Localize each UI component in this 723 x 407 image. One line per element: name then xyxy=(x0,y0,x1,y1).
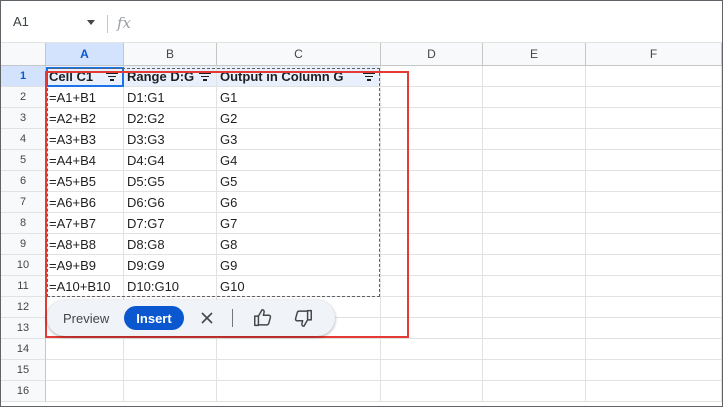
thumbs-up-icon[interactable] xyxy=(252,307,274,329)
cell-d14[interactable] xyxy=(381,339,483,360)
cell-e9[interactable] xyxy=(483,234,586,255)
cell-f4[interactable] xyxy=(586,129,722,150)
cell-f5[interactable] xyxy=(586,150,722,171)
cell-f10[interactable] xyxy=(586,255,722,276)
cell-b15[interactable] xyxy=(124,360,217,381)
cell-f1[interactable] xyxy=(586,66,722,87)
row-header-1[interactable]: 1 xyxy=(1,66,46,87)
cell-e5[interactable] xyxy=(483,150,586,171)
cell-c16[interactable] xyxy=(217,381,381,402)
row-header-13[interactable]: 13 xyxy=(1,318,46,339)
suggestion-divider xyxy=(232,309,233,327)
cell-f2[interactable] xyxy=(586,87,722,108)
cell-e11[interactable] xyxy=(483,276,586,297)
row-header-10[interactable]: 10 xyxy=(1,255,46,276)
column-header-d[interactable]: D xyxy=(381,43,483,66)
cell-f9[interactable] xyxy=(586,234,722,255)
cell-f16[interactable] xyxy=(586,381,722,402)
row-header-8[interactable]: 8 xyxy=(1,213,46,234)
cell-e15[interactable] xyxy=(483,360,586,381)
cell-f11[interactable] xyxy=(586,276,722,297)
row-header-6[interactable]: 6 xyxy=(1,171,46,192)
column-header-c[interactable]: C xyxy=(217,43,381,66)
row-header-14[interactable]: 14 xyxy=(1,339,46,360)
cell-f8[interactable] xyxy=(586,213,722,234)
cell-b14[interactable] xyxy=(124,339,217,360)
select-all-corner[interactable] xyxy=(1,43,46,66)
cell-f3[interactable] xyxy=(586,108,722,129)
row-header-5[interactable]: 5 xyxy=(1,150,46,171)
fx-icon: fx xyxy=(117,14,132,32)
column-header-b[interactable]: B xyxy=(124,43,217,66)
cell-e14[interactable] xyxy=(483,339,586,360)
cell-b16[interactable] xyxy=(124,381,217,402)
thumbs-down-icon[interactable] xyxy=(292,307,314,329)
name-box[interactable]: A1 xyxy=(11,11,101,33)
cell-e7[interactable] xyxy=(483,192,586,213)
row-header-15[interactable]: 15 xyxy=(1,360,46,381)
cell-c14[interactable] xyxy=(217,339,381,360)
cell-f7[interactable] xyxy=(586,192,722,213)
cell-e12[interactable] xyxy=(483,297,586,318)
cell-f12[interactable] xyxy=(586,297,722,318)
row-header-2[interactable]: 2 xyxy=(1,87,46,108)
cell-e1[interactable] xyxy=(483,66,586,87)
cell-e3[interactable] xyxy=(483,108,586,129)
cell-e6[interactable] xyxy=(483,171,586,192)
row-header-4[interactable]: 4 xyxy=(1,129,46,150)
row-header-11[interactable]: 11 xyxy=(1,276,46,297)
column-header-e[interactable]: E xyxy=(483,43,586,66)
cell-f15[interactable] xyxy=(586,360,722,381)
cell-d15[interactable] xyxy=(381,360,483,381)
column-header-a[interactable]: A xyxy=(46,43,124,66)
row-header-12[interactable]: 12 xyxy=(1,297,46,318)
spreadsheet-window: A1 fx A B C D E F 1 Cell C1 Range D:G Output in C… xyxy=(0,0,723,407)
cell-a14[interactable] xyxy=(46,339,124,360)
row-header-7[interactable]: 7 xyxy=(1,192,46,213)
preview-button[interactable]: Preview xyxy=(55,306,117,330)
suggestion-bar: Preview Insert xyxy=(47,300,335,336)
cell-e4[interactable] xyxy=(483,129,586,150)
chevron-down-icon[interactable] xyxy=(87,20,95,25)
name-box-value: A1 xyxy=(13,14,29,29)
cell-a16[interactable] xyxy=(46,381,124,402)
insert-button[interactable]: Insert xyxy=(124,306,184,330)
cell-e2[interactable] xyxy=(483,87,586,108)
column-header-f[interactable]: F xyxy=(586,43,722,66)
highlight-annotation-box xyxy=(45,71,409,338)
row-header-9[interactable]: 9 xyxy=(1,234,46,255)
cell-e13[interactable] xyxy=(483,318,586,339)
cell-f6[interactable] xyxy=(586,171,722,192)
close-icon[interactable] xyxy=(197,306,217,330)
cell-e10[interactable] xyxy=(483,255,586,276)
cell-d16[interactable] xyxy=(381,381,483,402)
cell-f13[interactable] xyxy=(586,318,722,339)
cell-e8[interactable] xyxy=(483,213,586,234)
cell-e16[interactable] xyxy=(483,381,586,402)
formula-bar: A1 fx xyxy=(1,1,722,43)
row-header-16[interactable]: 16 xyxy=(1,381,46,402)
cell-a15[interactable] xyxy=(46,360,124,381)
cell-c15[interactable] xyxy=(217,360,381,381)
row-header-3[interactable]: 3 xyxy=(1,108,46,129)
formula-bar-divider xyxy=(107,15,108,33)
cell-f14[interactable] xyxy=(586,339,722,360)
